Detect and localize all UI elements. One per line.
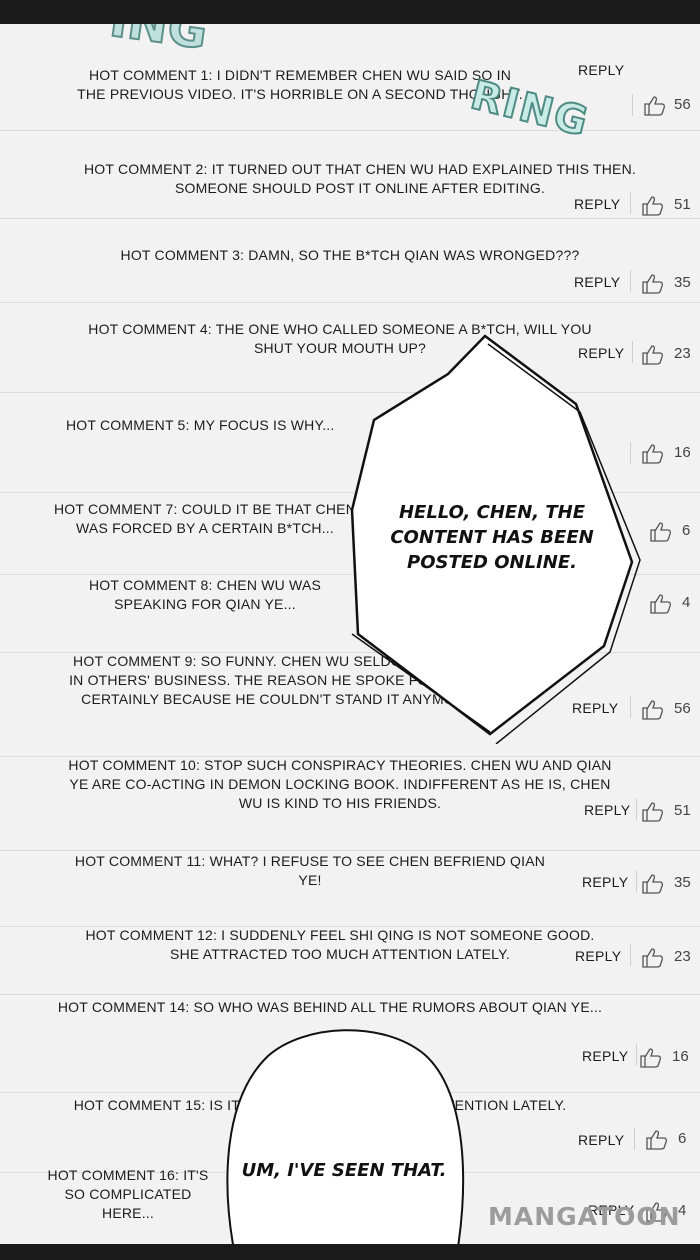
reply-button[interactable]: REPLY bbox=[584, 802, 630, 818]
reply-button[interactable]: REPLY bbox=[575, 948, 621, 964]
like-count: 16 bbox=[672, 1048, 689, 1065]
watermark-logo: MANGATOON bbox=[488, 1202, 681, 1231]
comment-row: HOT COMMENT 2: IT TURNED OUT THAT CHEN W… bbox=[0, 130, 700, 219]
like-count: 35 bbox=[674, 874, 691, 891]
comment-row: HOT COMMENT 10: STOP SUCH CONSPIRACY THE… bbox=[0, 756, 700, 851]
like-count: 51 bbox=[674, 802, 691, 819]
speech-bubble-text: UM, I'VE SEEN THAT. bbox=[241, 1160, 447, 1181]
comment-text: HOT COMMENT 3: DAMN, SO THE B*TCH QIAN W… bbox=[120, 247, 580, 263]
like-count: 35 bbox=[674, 274, 691, 291]
like-count: 6 bbox=[678, 1130, 687, 1147]
like-count: 56 bbox=[674, 96, 691, 113]
thumbs-up-icon[interactable] bbox=[642, 948, 664, 968]
comment-row: HOT COMMENT 3: DAMN, SO THE B*TCH QIAN W… bbox=[0, 218, 700, 303]
comment-text: HOT COMMENT 5: MY FOCUS IS WHY... bbox=[66, 417, 335, 433]
comment-text: HOT COMMENT 12: I SUDDENLY FEEL SHI QING… bbox=[85, 927, 595, 962]
reply-button[interactable]: REPLY bbox=[582, 1048, 628, 1064]
thumbs-up-icon[interactable] bbox=[642, 274, 664, 294]
thumbs-up-icon[interactable] bbox=[650, 594, 672, 614]
reply-button[interactable]: REPLY bbox=[578, 62, 624, 78]
like-count: 23 bbox=[674, 345, 691, 362]
divider bbox=[636, 798, 637, 820]
reply-button[interactable]: REPLY bbox=[574, 196, 620, 212]
divider bbox=[630, 192, 631, 214]
divider bbox=[630, 944, 631, 966]
comment-text: HOT COMMENT 14: SO WHO WAS BEHIND ALL TH… bbox=[57, 999, 603, 1015]
like-count: 23 bbox=[674, 948, 691, 965]
comment-row: HOT COMMENT 12: I SUDDENLY FEEL SHI QING… bbox=[0, 926, 700, 995]
comment-text: HOT COMMENT 2: IT TURNED OUT THAT CHEN W… bbox=[83, 161, 636, 196]
comment-row: HOT COMMENT 11: WHAT? I REFUSE TO SEE CH… bbox=[0, 850, 700, 927]
divider bbox=[634, 1128, 635, 1150]
thumbs-up-icon[interactable] bbox=[650, 522, 672, 542]
like-count: 4 bbox=[682, 594, 691, 611]
like-count: 51 bbox=[674, 196, 691, 213]
thumbs-up-icon[interactable] bbox=[646, 1130, 668, 1150]
comment-text: HOT COMMENT 7: COULD IT BE THAT CHEN WAS… bbox=[53, 501, 357, 536]
divider bbox=[630, 270, 631, 292]
phone-bubble-text: HELLO, CHEN, THE CONTENT HAS BEEN POSTED… bbox=[390, 502, 594, 573]
reply-button[interactable]: REPLY bbox=[578, 1132, 624, 1148]
like-count: 16 bbox=[674, 444, 691, 461]
divider bbox=[636, 870, 637, 892]
thumbs-up-icon[interactable] bbox=[642, 874, 664, 894]
reply-button[interactable]: REPLY bbox=[574, 274, 620, 290]
like-count: 6 bbox=[682, 522, 691, 539]
comment-text: HOT COMMENT 16: IT'S SO COMPLICATED HERE… bbox=[47, 1167, 209, 1221]
comment-panel: ING HOT COMMENT 1: I DIDN'T REMEMBER CHE… bbox=[0, 24, 700, 1244]
thumbs-up-icon[interactable] bbox=[644, 96, 666, 116]
divider bbox=[636, 1044, 637, 1066]
comment-row: HOT COMMENT 1: I DIDN'T REMEMBER CHEN WU… bbox=[0, 52, 700, 131]
comment-text: HOT COMMENT 10: STOP SUCH CONSPIRACY THE… bbox=[68, 757, 612, 811]
like-count: 56 bbox=[674, 700, 691, 717]
thumbs-up-icon[interactable] bbox=[642, 196, 664, 216]
comment-text: HOT COMMENT 8: CHEN WU WAS SPEAKING FOR … bbox=[88, 577, 322, 612]
comment-text: HOT COMMENT 11: WHAT? I REFUSE TO SEE CH… bbox=[74, 853, 546, 888]
thumbs-up-icon[interactable] bbox=[640, 1048, 662, 1068]
divider bbox=[632, 94, 633, 116]
speech-bubble bbox=[226, 1029, 465, 1244]
reply-button[interactable]: REPLY bbox=[582, 874, 628, 890]
thumbs-up-icon[interactable] bbox=[642, 802, 664, 822]
